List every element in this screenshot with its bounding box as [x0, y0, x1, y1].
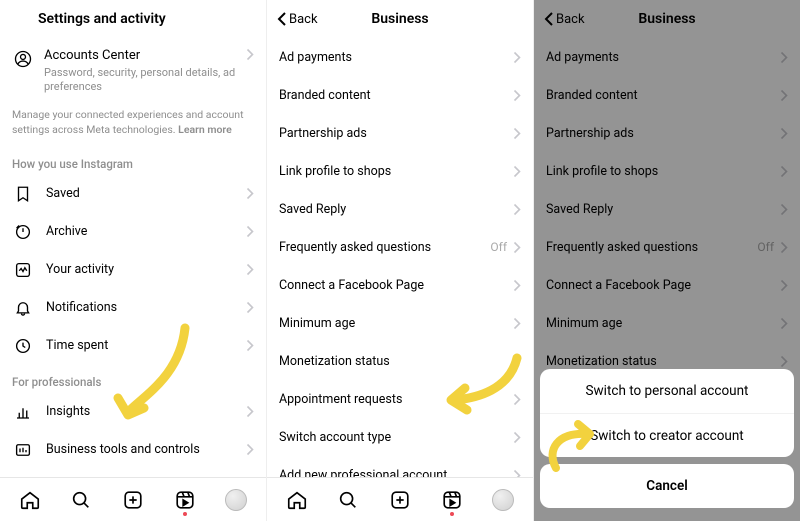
list-item[interactable]: Connect a Facebook Page — [267, 266, 533, 304]
search-tab[interactable] — [336, 488, 360, 512]
archive-icon — [12, 221, 34, 243]
chevron-right-icon — [246, 48, 254, 61]
list-item[interactable]: Add new professional account — [267, 456, 533, 477]
tab-bar — [267, 477, 533, 521]
settings-panel: Settings and activity Accounts Center Pa… — [0, 0, 267, 521]
manage-text: Manage your connected experiences and ac… — [0, 104, 266, 146]
list-item[interactable]: Saved Reply — [267, 190, 533, 228]
switch-personal-option[interactable]: Switch to personal account — [540, 369, 794, 413]
avatar-icon — [492, 489, 514, 511]
list-item[interactable]: Minimum age — [267, 304, 533, 342]
list-item[interactable]: Switch account type — [267, 418, 533, 456]
chevron-right-icon — [513, 279, 521, 292]
ad-payments-row[interactable]: Ad payments — [0, 469, 266, 477]
section-how-you-use: How you use Instagram — [0, 147, 266, 175]
chevron-right-icon — [513, 317, 521, 330]
chevron-right-icon — [513, 431, 521, 444]
tab-bar — [0, 477, 266, 521]
list-item[interactable]: Monetization status — [267, 342, 533, 380]
home-tab[interactable] — [285, 488, 309, 512]
search-tab[interactable] — [69, 488, 93, 512]
insights-icon — [12, 401, 34, 423]
chevron-right-icon — [246, 443, 254, 456]
business-list: Ad paymentsBranded contentPartnership ad… — [267, 38, 533, 477]
reels-tab[interactable] — [440, 488, 464, 512]
chevron-right-icon — [246, 187, 254, 200]
chevron-right-icon — [513, 165, 521, 178]
business-tools-icon — [12, 439, 34, 461]
accounts-center-row[interactable]: Accounts Center Password, security, pers… — [0, 38, 266, 104]
archive-row[interactable]: Archive — [0, 213, 266, 251]
chevron-right-icon — [513, 127, 521, 140]
avatar-icon — [225, 489, 247, 511]
activity-row[interactable]: Your activity — [0, 251, 266, 289]
profile-tab[interactable] — [224, 488, 248, 512]
settings-content: Accounts Center Password, security, pers… — [0, 38, 266, 477]
list-item[interactable]: Frequently asked questionsOff — [267, 228, 533, 266]
insights-row[interactable]: Insights — [0, 393, 266, 431]
create-tab[interactable] — [388, 488, 412, 512]
business-header: Back Business — [267, 0, 533, 38]
chevron-right-icon — [246, 225, 254, 238]
chevron-right-icon — [513, 203, 521, 216]
profile-tab[interactable] — [491, 488, 515, 512]
list-item[interactable]: Branded content — [267, 76, 533, 114]
switch-creator-option[interactable]: Switch to creator account — [540, 413, 794, 457]
settings-title: Settings and activity — [10, 11, 166, 27]
business-tools-row[interactable]: Business tools and controls — [0, 431, 266, 469]
chevron-right-icon — [246, 301, 254, 314]
action-sheet: Switch to personal account Switch to cre… — [540, 369, 794, 515]
list-item[interactable]: Partnership ads — [267, 114, 533, 152]
accounts-center-icon — [12, 48, 34, 70]
chevron-right-icon — [513, 241, 521, 254]
accounts-center-title: Accounts Center — [44, 48, 246, 65]
back-button[interactable]: Back — [277, 11, 318, 27]
create-tab[interactable] — [121, 488, 145, 512]
accounts-center-sub: Password, security, personal details, ad… — [44, 66, 246, 95]
learn-more-link[interactable]: Learn more — [178, 123, 232, 136]
chevron-right-icon — [513, 355, 521, 368]
notifications-row[interactable]: Notifications — [0, 289, 266, 327]
business-panel: Back Business Ad paymentsBranded content… — [267, 0, 534, 521]
chevron-right-icon — [513, 51, 521, 64]
chevron-right-icon — [246, 405, 254, 418]
activity-icon — [12, 259, 34, 281]
cancel-button[interactable]: Cancel — [540, 464, 794, 508]
chevron-right-icon — [513, 89, 521, 102]
bell-icon — [12, 297, 34, 319]
reels-tab[interactable] — [173, 488, 197, 512]
time-spent-row[interactable]: Time spent — [0, 327, 266, 365]
chevron-right-icon — [513, 469, 521, 478]
bookmark-icon — [12, 183, 34, 205]
list-item[interactable]: Link profile to shops — [267, 152, 533, 190]
home-tab[interactable] — [18, 488, 42, 512]
chevron-right-icon — [513, 393, 521, 406]
chevron-right-icon — [246, 339, 254, 352]
clock-icon — [12, 335, 34, 357]
business-panel-sheet: Back Business Ad paymentsBranded content… — [534, 0, 800, 521]
list-item[interactable]: Appointment requests — [267, 380, 533, 418]
saved-row[interactable]: Saved — [0, 175, 266, 213]
list-item[interactable]: Ad payments — [267, 38, 533, 76]
section-professionals: For professionals — [0, 365, 266, 393]
settings-header: Settings and activity — [0, 0, 266, 38]
chevron-right-icon — [246, 263, 254, 276]
